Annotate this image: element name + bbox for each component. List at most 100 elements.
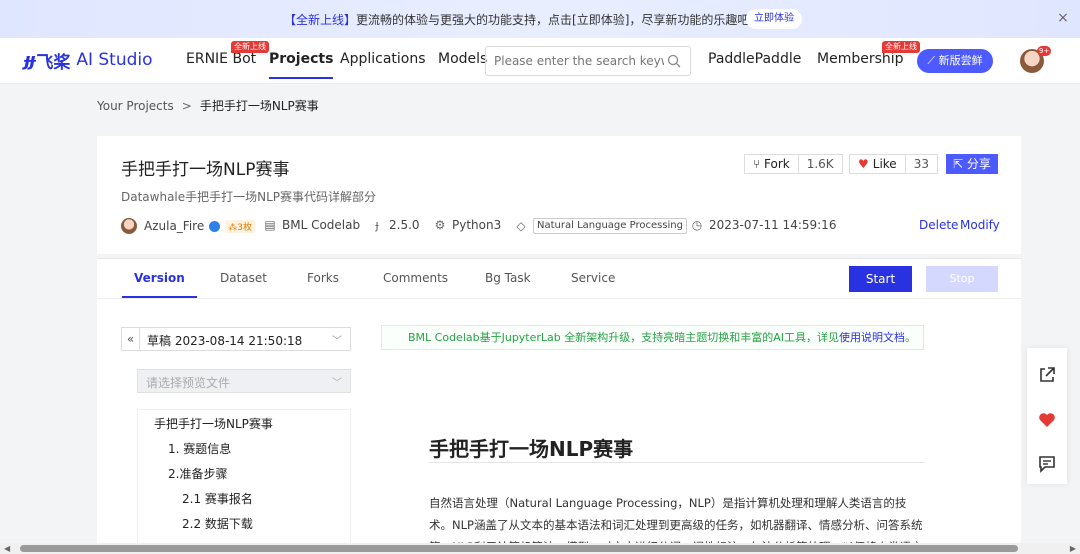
tab-service[interactable]: Service (571, 271, 615, 285)
breadcrumb-separator: > (181, 99, 192, 113)
project-language: ⚙ Python3 (434, 218, 502, 232)
fork-count: 1.6K (806, 157, 834, 171)
tag-label[interactable]: Natural Language Processing (533, 218, 687, 234)
nav-ernie-bot[interactable]: ERNIE Bot (186, 51, 256, 67)
draft-label: 草稿 2023-08-14 21:50:18 (147, 334, 303, 348)
project-header-card: 手把手打一场NLP赛事 Datawhale手把手打一场NLP赛事代码详解部分 A… (97, 136, 1021, 254)
breadcrumb: Your Projects > 手把手打一场NLP赛事 (97, 97, 319, 114)
share-icon: ⇱ (953, 157, 967, 171)
breadcrumb-parent[interactable]: Your Projects (97, 99, 174, 113)
tab-bar: Version Dataset Forks Comments Bg Task S… (97, 259, 1021, 311)
project-env: ▤ BML Codelab (264, 218, 360, 232)
announcement-banner: 【全新上线】更流畅的体验与更强大的功能支持，点击[立即体验]，尽享新功能的乐趣吧… (0, 0, 1080, 38)
language-label: Python3 (452, 218, 502, 232)
scroll-left-icon[interactable]: ◀ (4, 544, 10, 553)
notebook-icon: ▤ (264, 218, 276, 232)
like-button[interactable]: ♥ Like 33 (849, 154, 938, 174)
project-description: Datawhale手把手打一场NLP赛事代码详解部分 (121, 190, 377, 204)
stop-running-button[interactable]: Stop Running (926, 266, 998, 311)
search-icon[interactable] (667, 54, 681, 68)
banner-tag: 【全新上线】 (284, 13, 357, 27)
logo-mark: ɟɟ (24, 49, 35, 71)
tag-icon: ◇ (516, 219, 526, 233)
delete-link[interactable]: Delete (919, 218, 958, 232)
nav-membership[interactable]: Membership (817, 51, 904, 67)
collapse-icon[interactable]: « (122, 328, 140, 350)
datetime-label: 2023-07-11 14:59:16 (709, 218, 837, 232)
heart-icon: ♥ (858, 157, 869, 171)
tab-bg-task[interactable]: Bg Task (485, 271, 531, 285)
python-icon: ⚙ (434, 218, 446, 232)
heart-icon[interactable] (1037, 410, 1057, 430)
draft-select[interactable]: « 草稿 2023-08-14 21:50:18 ﹀ (121, 327, 351, 351)
floating-toolbar (1027, 348, 1067, 484)
banner-message: 更流畅的体验与更强大的功能支持，点击[立即体验]，尽享新功能的乐趣吧! (356, 13, 755, 27)
like-label: Like (872, 157, 897, 171)
notification-badge: 9+ (1037, 46, 1052, 56)
external-link-icon[interactable] (1037, 365, 1057, 385)
like-count: 33 (913, 157, 929, 171)
toc-item[interactable]: 2.1 赛事报名 (182, 490, 253, 507)
toc-item[interactable]: 1. 赛题信息 (168, 440, 231, 457)
modify-link[interactable]: Modify (960, 218, 1000, 232)
new-badge: 全新上线 (231, 41, 269, 53)
nav-models[interactable]: Models (438, 51, 487, 67)
logo-cn: 飞桨 (36, 52, 71, 73)
preview-file-select[interactable]: 请选择预览文件 ﹀ (137, 369, 351, 393)
scrollbar-thumb[interactable] (20, 545, 1018, 552)
fork-button[interactable]: ⑂ Fork 1.6K (744, 154, 843, 174)
horizontal-scrollbar[interactable]: ◀ ▶ (0, 543, 1080, 554)
verified-icon (209, 220, 221, 232)
tab-version[interactable]: Version (122, 271, 197, 298)
share-label: 分享 (966, 157, 991, 171)
nav-projects[interactable]: Projects (269, 51, 334, 79)
try-now-button[interactable]: 立即体验 (746, 9, 802, 29)
scroll-right-icon[interactable]: ▶ (1070, 544, 1076, 553)
fork-label: Fork (764, 157, 790, 171)
env-label: BML Codelab (282, 218, 361, 232)
like-label-group: ♥ Like (850, 155, 906, 173)
search-input[interactable] (494, 47, 664, 75)
document-title: 手把手打一场NLP赛事 (429, 437, 634, 461)
docs-link[interactable]: 使用说明文档 (839, 331, 905, 344)
toc-item[interactable]: 2.2 数据下载 (182, 515, 253, 532)
level-badge: ⁂3枚 (225, 219, 255, 233)
tab-dataset[interactable]: Dataset (220, 271, 267, 285)
share-button[interactable]: ⇱ 分享 (946, 154, 998, 174)
project-tag: ◇ Natural Language Processing (515, 218, 687, 234)
table-of-contents: 手把手打一场NLP赛事 1. 赛题信息 2.准备步骤 2.1 赛事报名 2.2 … (137, 409, 351, 549)
logo[interactable]: ɟɟ 飞桨 AI Studio (24, 48, 153, 73)
search-box (485, 46, 691, 76)
top-navbar: ɟɟ 飞桨 AI Studio ERNIE Bot 全新上线 Projects … (0, 38, 1080, 84)
chevron-down-icon: ﹀ (332, 336, 342, 347)
page-title: 手把手打一场NLP赛事 (121, 160, 290, 180)
toc-item[interactable]: 手把手打一场NLP赛事 (154, 415, 273, 432)
notice-end: 。 (905, 331, 917, 344)
new-version-button[interactable]: ⟋ 新版尝鲜 (917, 49, 993, 73)
tab-forks[interactable]: Forks (307, 271, 339, 285)
project-author[interactable]: Azula_Fire ⁂3枚 (121, 218, 255, 234)
clock-icon: ◷ (691, 218, 703, 232)
chevron-down-icon: ﹀ (332, 378, 342, 389)
banner-text: 【全新上线】更流畅的体验与更强大的功能支持，点击[立即体验]，尽享新功能的乐趣吧… (284, 11, 754, 28)
comment-icon[interactable] (1037, 454, 1057, 474)
project-datetime: ◷ 2023-07-11 14:59:16 (691, 218, 837, 232)
version-label: 2.5.0 (389, 218, 420, 232)
toc-item[interactable]: 2.准备步骤 (168, 465, 227, 482)
document-paragraph: 自然语言处理（Natural Language Processing，NLP）是… (429, 496, 923, 550)
sparkle-icon: ⟋ (927, 54, 939, 67)
divider (429, 462, 925, 463)
start-button[interactable]: Start (849, 266, 912, 292)
logo-en: AI Studio (76, 50, 153, 70)
project-content-panel: Version Dataset Forks Comments Bg Task S… (97, 258, 1021, 550)
fork-icon: ⑂ (753, 157, 765, 171)
close-icon[interactable]: × (1056, 10, 1070, 26)
nav-applications[interactable]: Applications (340, 51, 426, 67)
user-avatar (121, 218, 137, 234)
paddle-icon: ɟ (375, 218, 379, 232)
nav-paddlepaddle[interactable]: PaddlePaddle (708, 51, 801, 67)
username: Azula_Fire (144, 219, 205, 233)
tab-comments[interactable]: Comments (383, 271, 448, 285)
preview-placeholder: 请选择预览文件 (146, 376, 231, 390)
fork-label-group: ⑂ Fork (745, 155, 799, 173)
